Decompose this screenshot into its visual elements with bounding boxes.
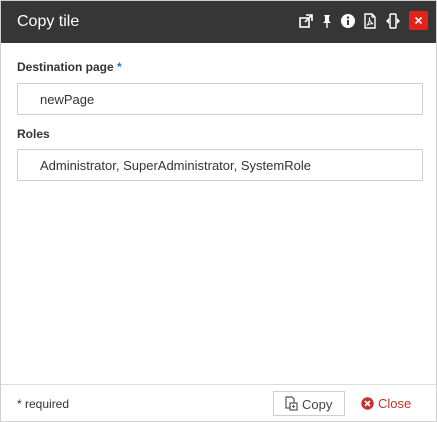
info-icon[interactable] bbox=[340, 13, 356, 29]
pin-icon[interactable] bbox=[319, 13, 335, 29]
destination-page-label-text: Destination page bbox=[17, 60, 114, 74]
dialog-titlebar[interactable]: Copy tile bbox=[1, 1, 436, 43]
close-icon[interactable] bbox=[409, 11, 428, 30]
copy-button-label: Copy bbox=[302, 397, 333, 412]
resize-width-icon[interactable] bbox=[385, 13, 401, 29]
external-link-icon[interactable] bbox=[298, 13, 314, 29]
footer-divider bbox=[1, 384, 436, 385]
close-button[interactable]: Close bbox=[359, 391, 421, 416]
close-button-label: Close bbox=[378, 396, 412, 411]
copy-tile-dialog: Copy tile Destination page * newPage Rol… bbox=[0, 0, 437, 422]
close-circle-icon bbox=[361, 397, 374, 415]
copy-button[interactable]: Copy bbox=[273, 391, 345, 416]
pdf-icon[interactable] bbox=[362, 13, 378, 29]
roles-value: Administrator, SuperAdministrator, Syste… bbox=[40, 158, 311, 173]
destination-page-value: newPage bbox=[40, 92, 95, 107]
destination-page-label: Destination page * bbox=[17, 60, 122, 74]
copy-icon bbox=[284, 396, 299, 416]
roles-field[interactable]: Administrator, SuperAdministrator, Syste… bbox=[17, 149, 423, 181]
roles-label: Roles bbox=[17, 127, 50, 141]
required-asterisk: * bbox=[117, 60, 122, 74]
required-note: * required bbox=[17, 397, 70, 411]
dialog-title: Copy tile bbox=[17, 13, 80, 30]
destination-page-field[interactable]: newPage bbox=[17, 83, 423, 115]
